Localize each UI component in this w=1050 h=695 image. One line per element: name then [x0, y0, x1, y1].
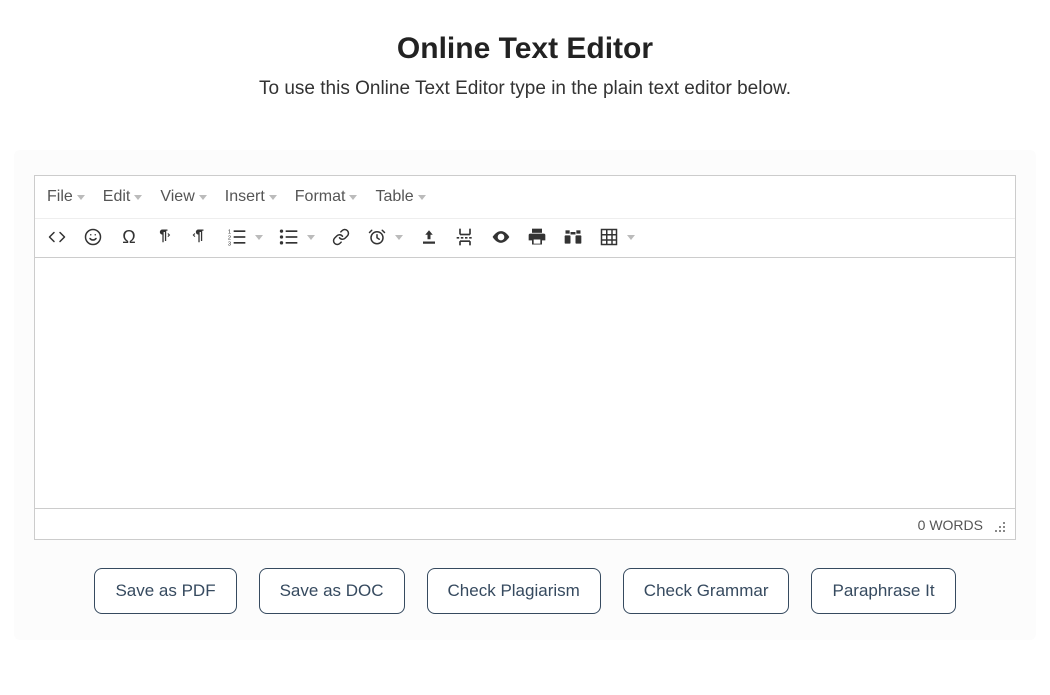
check-plagiarism-button[interactable]: Check Plagiarism [427, 568, 601, 614]
menu-file[interactable]: File [47, 188, 85, 206]
menu-view[interactable]: View [160, 188, 206, 206]
editor-content-area[interactable] [35, 258, 1015, 503]
numbered-list-group[interactable]: 123 [227, 227, 263, 247]
menu-edit-label: Edit [103, 188, 131, 206]
menu-file-label: File [47, 188, 73, 206]
word-count-label[interactable]: 0 WORDS [918, 517, 983, 533]
binoculars-icon[interactable] [563, 227, 583, 247]
resize-grip-icon[interactable] [991, 518, 1005, 532]
chevron-down-icon [349, 195, 357, 200]
link-icon[interactable] [331, 227, 351, 247]
table-insert-group[interactable] [599, 227, 635, 247]
menu-table[interactable]: Table [375, 188, 425, 206]
toolbar: Ω 123 [35, 219, 1015, 258]
menu-format[interactable]: Format [295, 188, 358, 206]
emoji-icon[interactable] [83, 227, 103, 247]
save-doc-button[interactable]: Save as DOC [259, 568, 405, 614]
chevron-down-icon[interactable] [255, 235, 263, 240]
paraphrase-button[interactable]: Paraphrase It [811, 568, 955, 614]
chevron-down-icon [134, 195, 142, 200]
statusbar: 0 WORDS [35, 508, 1015, 539]
code-icon[interactable] [47, 227, 67, 247]
menu-view-label: View [160, 188, 194, 206]
print-icon[interactable] [527, 227, 547, 247]
rtl-icon[interactable] [191, 227, 211, 247]
bullet-list-group[interactable] [279, 227, 315, 247]
ltr-icon[interactable] [155, 227, 175, 247]
eye-icon[interactable] [491, 227, 511, 247]
page-title: Online Text Editor [0, 32, 1050, 66]
menu-edit[interactable]: Edit [103, 188, 143, 206]
clock-icon[interactable] [367, 227, 387, 247]
datetime-group[interactable] [367, 227, 403, 247]
chevron-down-icon [418, 195, 426, 200]
chevron-down-icon [199, 195, 207, 200]
chevron-down-icon[interactable] [627, 235, 635, 240]
menu-table-label: Table [375, 188, 413, 206]
table-grid-icon[interactable] [599, 227, 619, 247]
page-subtitle: To use this Online Text Editor type in t… [0, 78, 1050, 100]
chevron-down-icon [77, 195, 85, 200]
menu-format-label: Format [295, 188, 346, 206]
chevron-down-icon[interactable] [395, 235, 403, 240]
menu-insert-label: Insert [225, 188, 265, 206]
upload-icon[interactable] [419, 227, 439, 247]
action-row: Save as PDF Save as DOC Check Plagiarism… [34, 568, 1016, 614]
chevron-down-icon [269, 195, 277, 200]
check-grammar-button[interactable]: Check Grammar [623, 568, 790, 614]
save-pdf-button[interactable]: Save as PDF [94, 568, 236, 614]
menu-insert[interactable]: Insert [225, 188, 277, 206]
editor-panel: File Edit View Insert Format [14, 150, 1036, 640]
menubar: File Edit View Insert Format [35, 176, 1015, 219]
chevron-down-icon[interactable] [307, 235, 315, 240]
svg-text:3: 3 [228, 241, 231, 247]
bullet-list-icon[interactable] [279, 227, 299, 247]
pagebreak-icon[interactable] [455, 227, 475, 247]
editor-shell: File Edit View Insert Format [34, 175, 1016, 540]
omega-icon[interactable]: Ω [119, 227, 139, 247]
numbered-list-icon[interactable]: 123 [227, 227, 247, 247]
